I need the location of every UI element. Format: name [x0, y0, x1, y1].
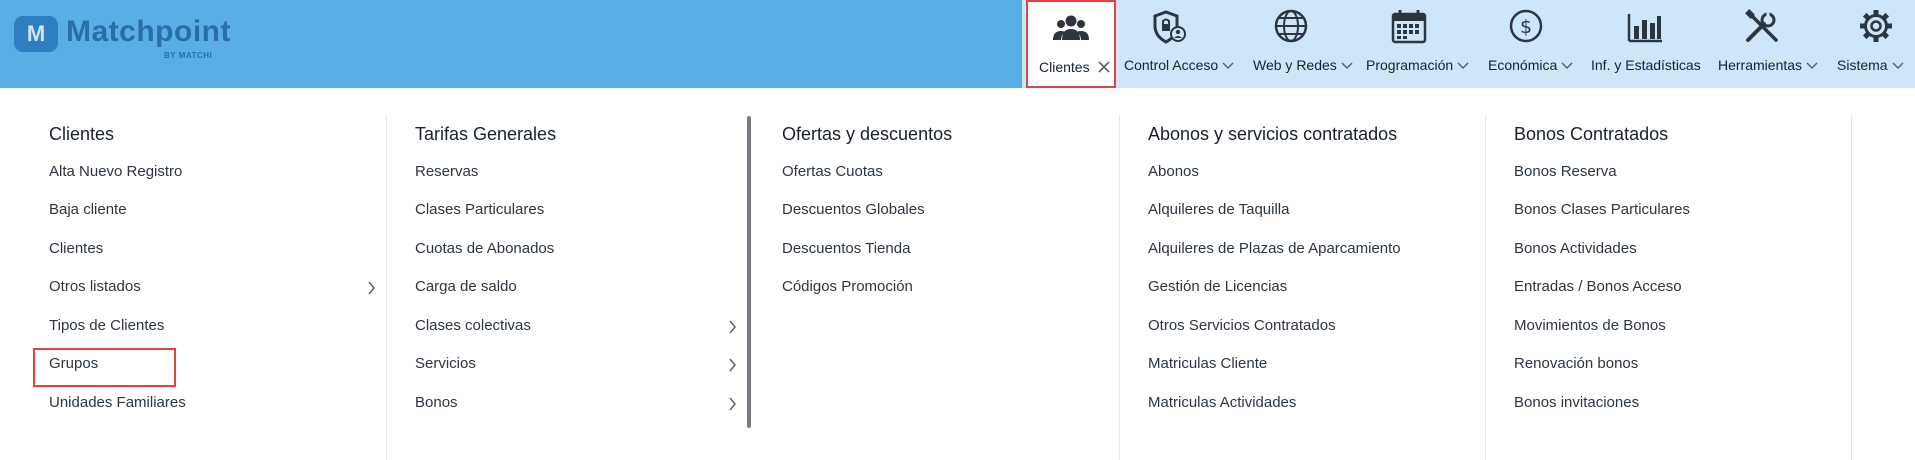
column-title: Tarifas Generales — [415, 124, 557, 144]
menu-item-bonos[interactable]: Bonos — [415, 394, 458, 411]
chevron-down-icon — [1892, 62, 1904, 70]
menu-item-abonos[interactable]: Abonos — [1148, 163, 1199, 180]
column-title: Abonos y servicios contratados — [1148, 124, 1398, 144]
menu-item-descuentos-globales[interactable]: Descuentos Globales — [782, 201, 925, 218]
menu-item-baja-cliente[interactable]: Baja cliente — [49, 201, 127, 218]
chevron-down-icon — [1222, 62, 1234, 70]
nav-item-clientes[interactable]: Clientes — [1026, 0, 1116, 88]
menu-item-matriculas-actividades[interactable]: Matriculas Actividades — [1148, 394, 1296, 411]
top-bar: M Matchpoint BY MATCHI Clientes Control … — [0, 0, 1915, 88]
menu-column-bonos-contratados: Bonos Contratados Bonos Reserva Bonos Cl… — [1514, 116, 1880, 460]
menu-item-clientes[interactable]: Clientes — [49, 240, 103, 257]
menu-column-tarifas-generales: Tarifas Generales Reservas Clases Partic… — [415, 116, 781, 460]
menu-item-unidades-familiares[interactable]: Unidades Familiares — [49, 394, 186, 411]
bar-chart-icon — [1627, 14, 1662, 43]
menu-item-ofertas-cuotas[interactable]: Ofertas Cuotas — [782, 163, 883, 180]
column-title: Ofertas y descuentos — [782, 124, 953, 144]
logo-subtitle: BY MATCHI — [164, 51, 213, 60]
menu-item-movimientos-bonos[interactable]: Movimientos de Bonos — [1514, 317, 1666, 334]
nav-label: Sistema — [1837, 57, 1888, 73]
chevron-right-icon — [729, 397, 736, 411]
menu-item-clases-particulares[interactable]: Clases Particulares — [415, 201, 544, 218]
nav-item-sistema[interactable]: Sistema — [1834, 0, 1914, 88]
nav-label: Inf. y Estadísticas — [1591, 57, 1701, 73]
chevron-down-icon — [1561, 62, 1573, 70]
users-icon — [1053, 15, 1089, 40]
menu-item-bonos-reserva[interactable]: Bonos Reserva — [1514, 163, 1617, 180]
menu-item-otros-listados[interactable]: Otros listados — [49, 278, 141, 295]
chevron-right-icon — [368, 281, 375, 295]
menu-item-bonos-clases-particulares[interactable]: Bonos Clases Particulares — [1514, 201, 1690, 218]
nav-item-control-acceso[interactable]: Control Acceso — [1122, 0, 1236, 88]
selection-highlight — [33, 348, 176, 387]
menu-item-bonos-actividades[interactable]: Bonos Actividades — [1514, 240, 1637, 257]
menu-item-renovacion-bonos[interactable]: Renovación bonos — [1514, 355, 1638, 372]
menu-item-alquileres-aparcamiento[interactable]: Alquileres de Plazas de Aparcamiento — [1148, 240, 1401, 257]
menu-item-tipos-de-clientes[interactable]: Tipos de Clientes — [49, 317, 164, 334]
shield-user-icon — [1153, 10, 1186, 44]
menu-item-matriculas-cliente[interactable]: Matriculas Cliente — [1148, 355, 1267, 372]
nav-item-herramientas[interactable]: Herramientas — [1716, 0, 1822, 88]
chevron-down-icon — [1457, 62, 1469, 70]
logo-badge-icon: M — [14, 16, 58, 52]
column-title: Clientes — [49, 124, 115, 144]
menu-item-gestion-licencias[interactable]: Gestión de Licencias — [1148, 278, 1287, 295]
nav-item-web-y-redes[interactable]: Web y Redes — [1250, 0, 1353, 88]
nav-label: Económica — [1488, 57, 1558, 73]
menu-item-otros-servicios[interactable]: Otros Servicios Contratados — [1148, 317, 1336, 334]
menu-item-entradas-bonos-acceso[interactable]: Entradas / Bonos Acceso — [1514, 278, 1682, 295]
nav-item-inf-estadisticas[interactable]: Inf. y Estadísticas — [1588, 0, 1702, 88]
column-title: Bonos Contratados — [1514, 124, 1669, 144]
chevron-right-icon — [729, 358, 736, 372]
menu-item-reservas[interactable]: Reservas — [415, 163, 478, 180]
menu-item-cuotas-de-abonados[interactable]: Cuotas de Abonados — [415, 240, 554, 257]
chevron-down-icon — [1806, 62, 1818, 70]
menu-item-descuentos-tienda[interactable]: Descuentos Tienda — [782, 240, 910, 257]
menu-column-clientes: Clientes Alta Nuevo Registro Baja client… — [49, 116, 415, 460]
nav-label: Control Acceso — [1124, 57, 1219, 73]
menu-item-codigos-promocion[interactable]: Códigos Promoción — [782, 278, 913, 295]
menu-item-bonos-invitaciones[interactable]: Bonos invitaciones — [1514, 394, 1639, 411]
menu-item-servicios[interactable]: Servicios — [415, 355, 476, 372]
calendar-icon — [1391, 10, 1427, 44]
nav-label: Herramientas — [1718, 57, 1803, 73]
svg-text:$: $ — [1520, 16, 1532, 38]
menu-column-ofertas-descuentos: Ofertas y descuentos Ofertas Cuotas Desc… — [782, 116, 1148, 460]
gear-icon — [1860, 10, 1892, 42]
nav-label: Clientes — [1039, 59, 1090, 75]
nav-label: Programación — [1366, 57, 1454, 73]
menu-item-clases-colectivas[interactable]: Clases colectivas — [415, 317, 531, 334]
nav-item-programacion[interactable]: Programación — [1362, 0, 1472, 88]
menu-item-alta-nuevo-registro[interactable]: Alta Nuevo Registro — [49, 163, 182, 180]
menu-item-alquileres-taquilla[interactable]: Alquileres de Taquilla — [1148, 201, 1289, 218]
logo-text: Matchpoint — [66, 15, 231, 48]
menu-column-abonos-servicios: Abonos y servicios contratados Abonos Al… — [1148, 116, 1514, 460]
globe-icon — [1274, 9, 1308, 43]
chevron-right-icon — [729, 320, 736, 334]
app-logo[interactable]: M Matchpoint BY MATCHI — [14, 15, 244, 68]
nav-label: Web y Redes — [1253, 57, 1337, 73]
chevron-down-icon — [1341, 62, 1353, 70]
close-icon[interactable] — [1098, 61, 1110, 73]
dollar-circle-icon: $ — [1509, 9, 1543, 43]
tools-icon — [1745, 9, 1778, 42]
nav-item-economica[interactable]: $ Económica — [1485, 0, 1577, 88]
menu-item-carga-de-saldo[interactable]: Carga de saldo — [415, 278, 517, 295]
